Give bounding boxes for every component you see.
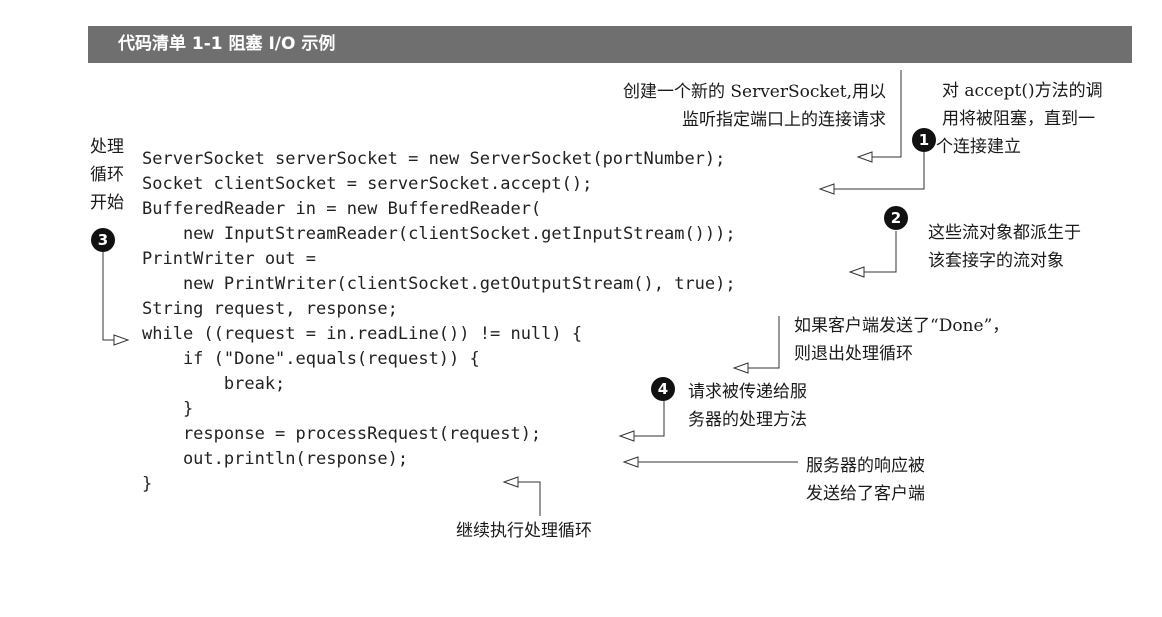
leader-line: [822, 152, 925, 190]
arrowhead-open: [848, 266, 865, 278]
arrowhead-open: [622, 456, 639, 468]
arrowhead-open: [856, 151, 873, 163]
arrowhead-open: [502, 476, 519, 488]
leader-line: [102, 252, 116, 341]
leader-line: [852, 231, 897, 273]
callout-leader-lines: [102, 70, 925, 516]
leader-line: [622, 401, 665, 437]
leader-line: [860, 70, 902, 158]
leader-line: [736, 316, 780, 369]
arrowhead-open: [113, 334, 130, 346]
leader-line: [506, 481, 541, 516]
arrowhead-open: [618, 430, 635, 442]
arrowhead-open: [818, 183, 835, 195]
arrowhead-open: [732, 362, 749, 374]
